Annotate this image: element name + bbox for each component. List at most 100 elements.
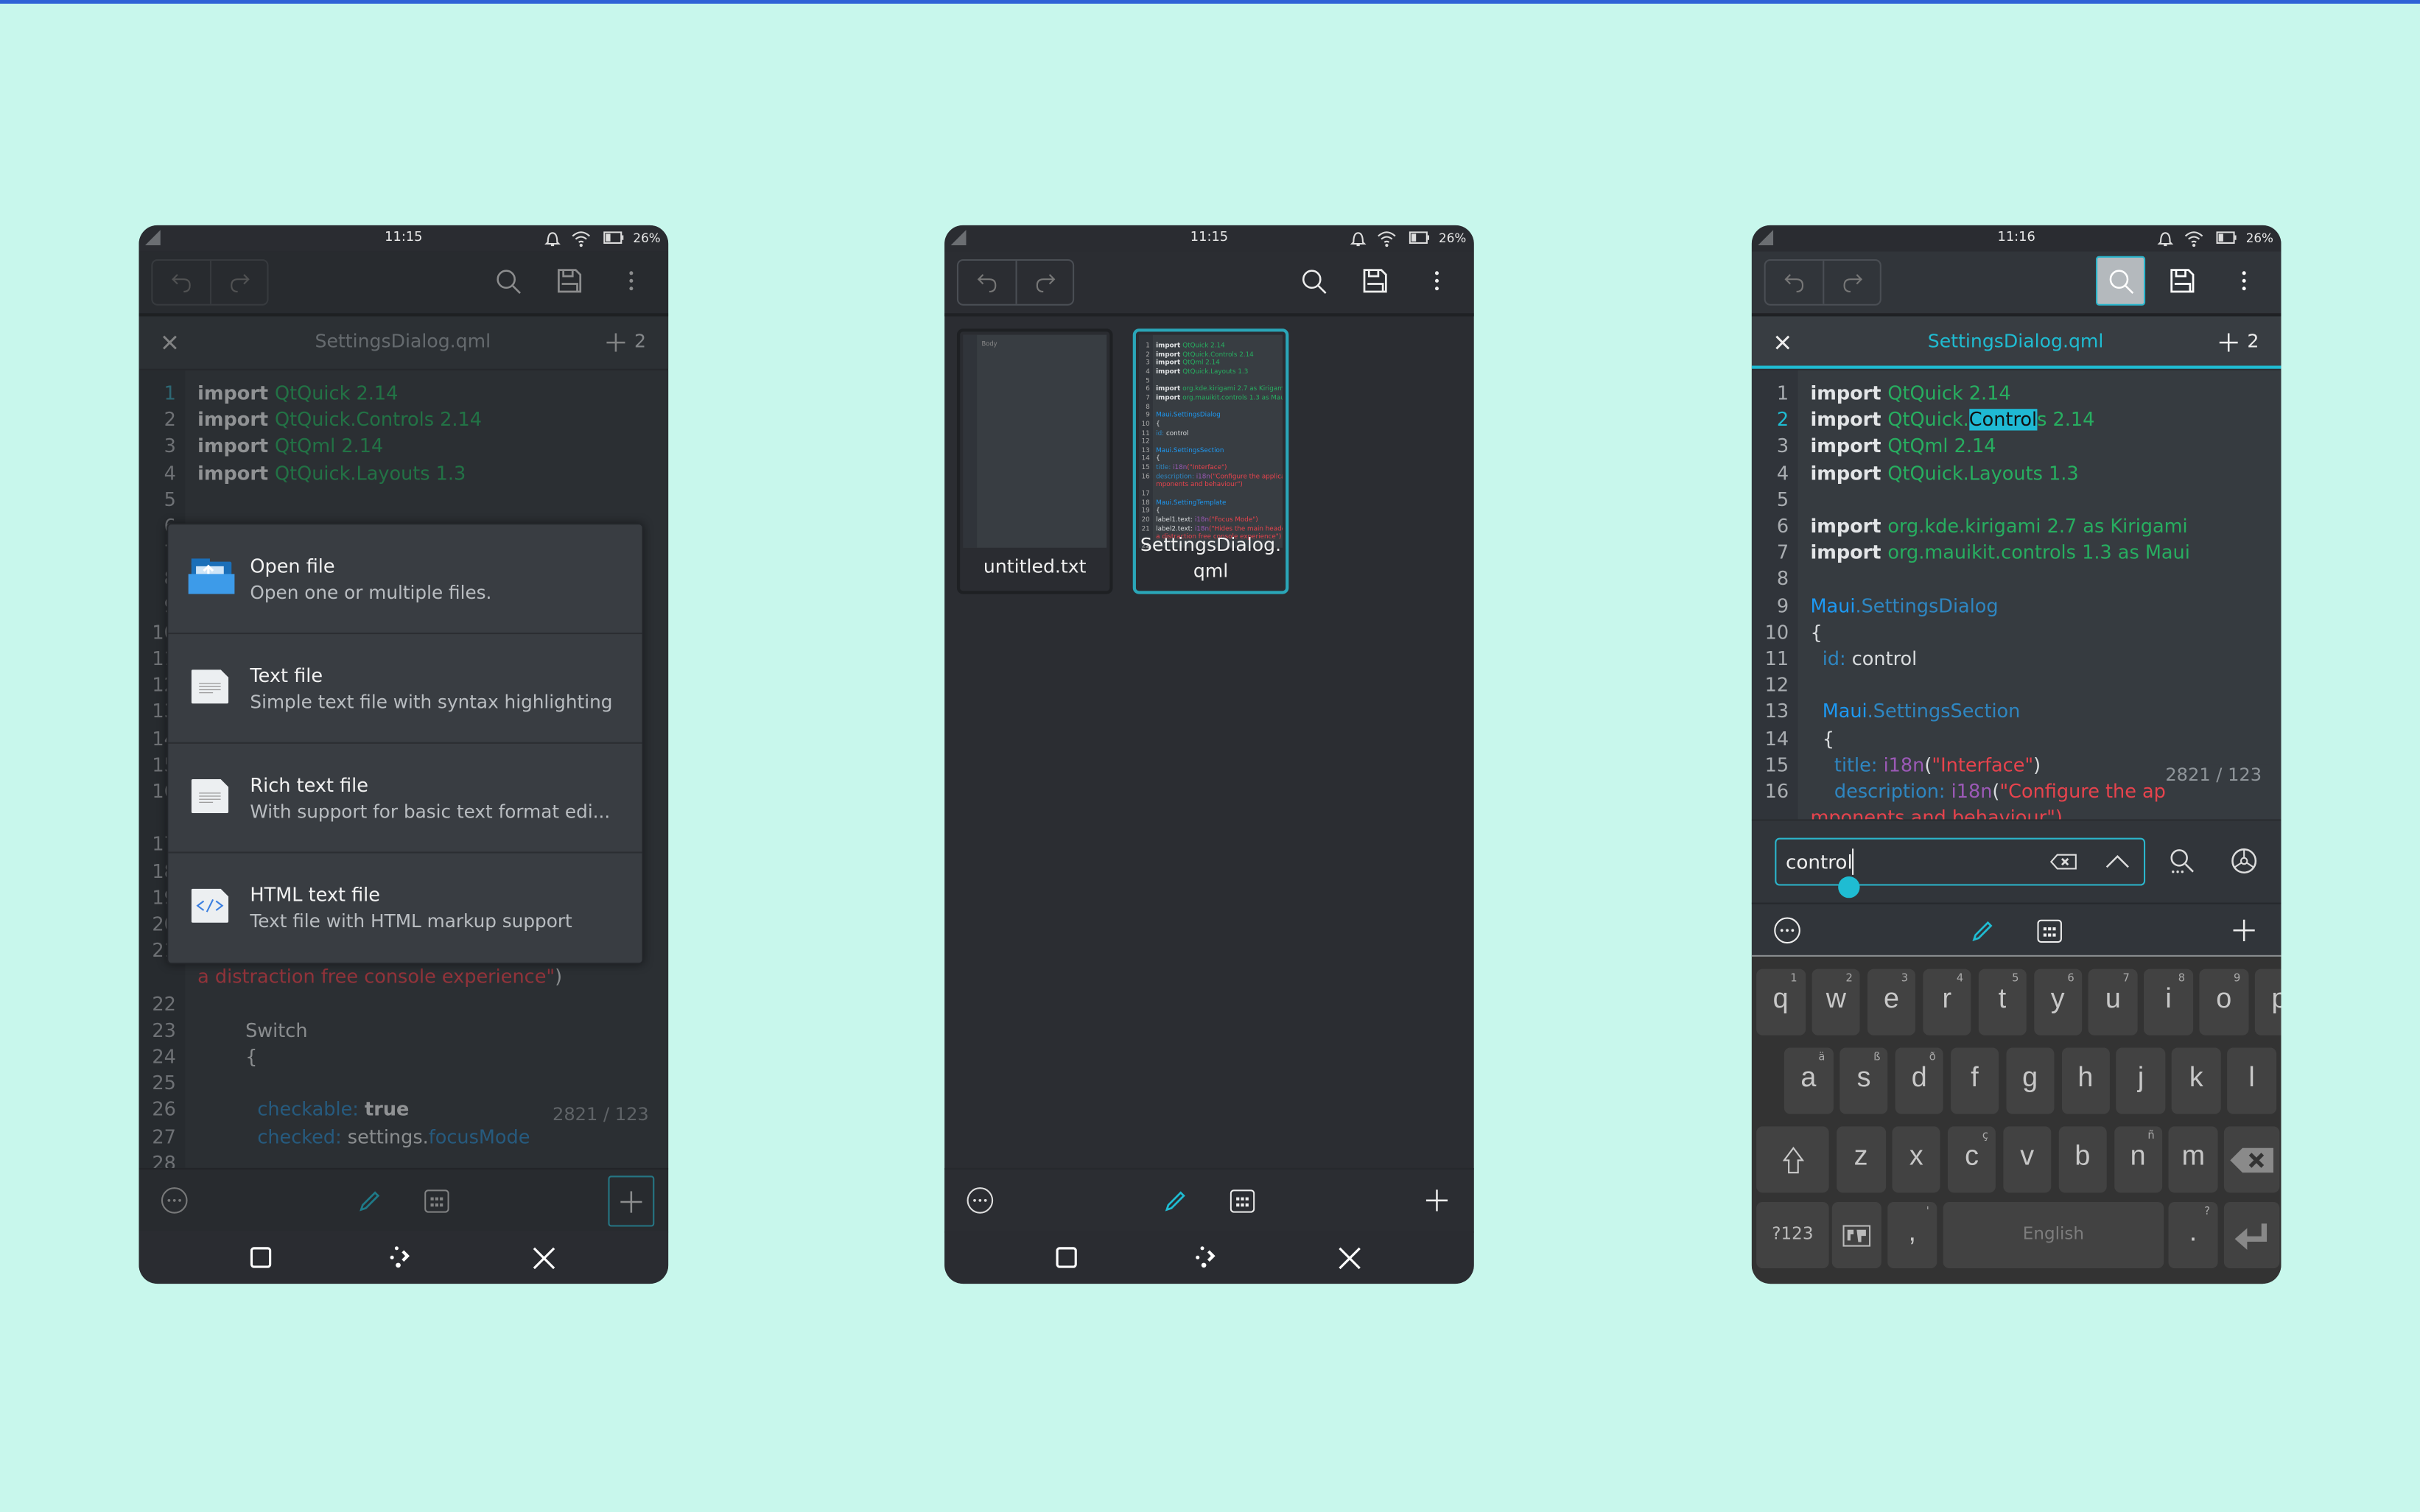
key-i[interactable]: 8i (2144, 968, 2193, 1035)
clear-input-button[interactable] (2047, 848, 2080, 875)
close-app-button[interactable] (1335, 1244, 1363, 1272)
code-line: 5 (1752, 488, 2282, 514)
key-v[interactable]: v (2002, 1126, 2052, 1193)
text-file-icon (191, 669, 229, 704)
redo-button[interactable] (1824, 261, 1879, 304)
key-space[interactable]: English (1943, 1202, 2164, 1269)
chevron-up-icon (2105, 854, 2129, 868)
key-comma[interactable]: ', (1887, 1202, 1937, 1269)
document-tile-settingsdialog[interactable]: 1 import QtQuick 2.14 2 import QtQuick.Cont… (1132, 328, 1289, 594)
key-p[interactable]: 0p (2255, 968, 2282, 1035)
close-tab-button[interactable] (1770, 328, 1795, 356)
key-o[interactable]: 9o (2199, 968, 2248, 1035)
document-tile-label: untitled.txt (983, 555, 1087, 577)
code-token: Maui (1810, 594, 1856, 617)
code-line: 3 import QtQml 2.14 (1752, 435, 2282, 461)
edit-button[interactable] (1157, 1184, 1191, 1217)
key-k[interactable]: k (2172, 1047, 2221, 1114)
line-text: import QtQuick.Controls 2.14 (1810, 407, 2094, 434)
key-y[interactable]: 6y (2033, 968, 2083, 1035)
code-token: import (1156, 393, 1183, 401)
home-button[interactable] (1193, 1244, 1221, 1272)
code-token: .SettingsDialog (1855, 594, 1999, 617)
overview-button[interactable] (1053, 1244, 1081, 1272)
undo-button[interactable] (1766, 261, 1823, 304)
menu-item-subtitle: Text file with HTML markup support (250, 910, 572, 932)
key-label: f (1971, 1061, 1979, 1093)
redo-button[interactable] (1017, 261, 1073, 304)
find-input[interactable]: control (1775, 837, 2146, 886)
code-editor[interactable]: 2821 / 123 1 import QtQuick 2.14 2 import Q… (1751, 370, 2282, 820)
line-text: import QtQuick.Layouts 1.3 (1156, 365, 1248, 377)
edit-button[interactable] (1965, 913, 1999, 947)
new-document-button[interactable] (2227, 913, 2261, 947)
code-line: 7 import org.mauikit.controls 1.3 as Maui (1752, 541, 2282, 567)
key-e[interactable]: 3e (1867, 968, 1916, 1035)
key-h[interactable]: h (2060, 1047, 2110, 1114)
key-t[interactable]: 5t (1977, 968, 2027, 1035)
key-l[interactable]: l (2227, 1047, 2276, 1114)
key-shift[interactable] (1756, 1126, 1829, 1193)
key-q[interactable]: 1q (1756, 968, 1806, 1035)
key-x[interactable]: x (1892, 1126, 1941, 1193)
find-previous-button[interactable] (2100, 848, 2134, 875)
key-u[interactable]: 7u (2088, 968, 2138, 1035)
folder-open-icon (188, 558, 235, 594)
new-document-button[interactable] (1420, 1184, 1453, 1217)
key-n[interactable]: ñn (2114, 1126, 2163, 1193)
key-f[interactable]: f (1950, 1047, 1999, 1114)
phone-new-file-menu: 11:15 26% SettingsDialog.qml 2 2821 / 12… (138, 225, 669, 1284)
menu-item-rich-text-file[interactable]: Rich text file With support for basic te… (168, 744, 642, 854)
menu-item-open-file[interactable]: Open file Open one or multiple files. (168, 524, 642, 635)
key-d[interactable]: ðd (1895, 1047, 1944, 1114)
key-j[interactable]: j (2116, 1047, 2166, 1114)
find-settings-button[interactable] (2226, 843, 2262, 879)
search-button[interactable] (1294, 261, 1333, 300)
line-text: { (1810, 726, 1834, 753)
save-button[interactable] (2162, 261, 2202, 300)
code-token: import (1810, 435, 1888, 457)
keyboard-toggle-button[interactable] (2033, 913, 2066, 947)
key-language[interactable] (1831, 1202, 1881, 1269)
document-tile-untitled[interactable]: Body untitled.txt (956, 328, 1113, 594)
undo-button[interactable] (958, 261, 1016, 304)
key-m[interactable]: m (2169, 1126, 2218, 1193)
text-selection-handle[interactable] (1838, 876, 1860, 899)
overview-button[interactable] (247, 1244, 275, 1272)
key-period[interactable]: ?. (2168, 1202, 2218, 1269)
line-number: 9 (1776, 594, 1789, 617)
code-token: s 2.14 (2037, 409, 2095, 431)
more-vertical-icon (2242, 271, 2246, 291)
keyboard-toggle-button[interactable] (1225, 1184, 1259, 1217)
search-button-active[interactable] (2096, 256, 2146, 306)
overflow-menu-button[interactable] (1417, 261, 1456, 300)
home-button[interactable] (387, 1244, 415, 1272)
code-token: import (1810, 462, 1888, 484)
key-w[interactable]: 2w (1812, 968, 1861, 1035)
menu-item-html-file[interactable]: HTML text file Text file with HTML marku… (168, 854, 642, 962)
close-app-button[interactable] (530, 1244, 558, 1272)
new-tab-button[interactable] (2218, 330, 2240, 355)
key-s[interactable]: ßs (1839, 1047, 1889, 1114)
save-button[interactable] (1355, 261, 1395, 300)
menu-item-text-file[interactable]: Text file Simple text file with syntax h… (168, 634, 642, 744)
find-options-button[interactable] (2164, 843, 2200, 879)
key-a[interactable]: äa (1784, 1047, 1833, 1114)
more-options-button[interactable] (1770, 913, 1804, 947)
key-backspace[interactable] (2223, 1126, 2280, 1193)
key-b[interactable]: b (2058, 1126, 2107, 1193)
key-g[interactable]: g (2005, 1047, 2055, 1114)
rich-text-file-icon (191, 778, 229, 814)
key-z[interactable]: z (1837, 1126, 1886, 1193)
key-c[interactable]: çc (1947, 1126, 1996, 1193)
key-label: x (1909, 1140, 1923, 1172)
alarm-icon (2157, 232, 2174, 247)
overflow-menu-button[interactable] (2224, 261, 2264, 300)
more-options-button[interactable] (963, 1184, 997, 1217)
key-label: English (2022, 1223, 2085, 1244)
key-r[interactable]: 4r (1922, 968, 1971, 1035)
menu-item-subtitle: Open one or multiple files. (250, 581, 492, 604)
tab-title[interactable]: SettingsDialog.qml (1814, 330, 2218, 351)
key-enter[interactable] (2223, 1202, 2280, 1269)
key-symbols[interactable]: ?123 (1756, 1202, 1829, 1269)
